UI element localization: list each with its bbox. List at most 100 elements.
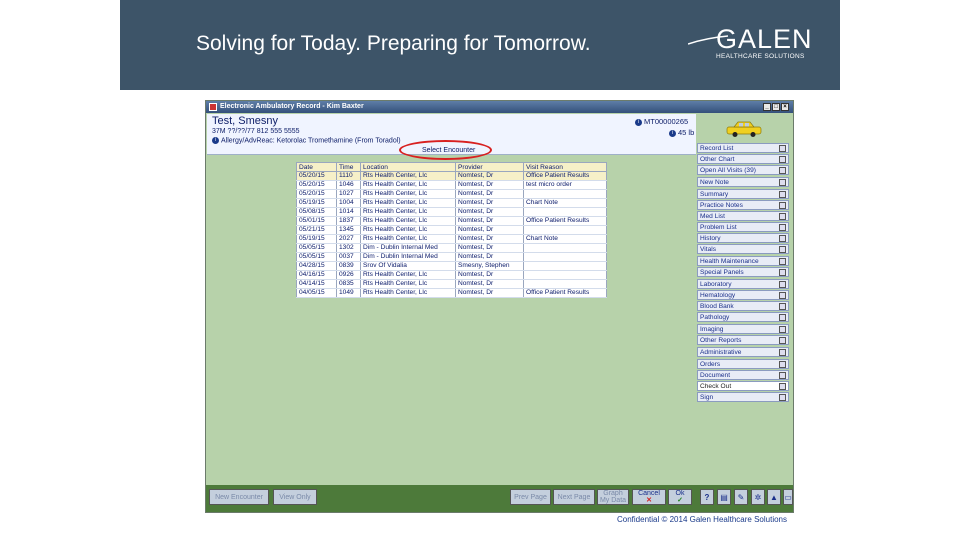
- cell-time: 1345: [336, 225, 361, 235]
- sidebar-item-other-reports[interactable]: Other Reports: [697, 335, 789, 345]
- sidebar-item-sign[interactable]: Sign: [697, 392, 789, 402]
- cell-date: 05/20/15: [296, 180, 337, 190]
- new-encounter-button[interactable]: New Encounter: [209, 489, 269, 505]
- sidebar-item-icon: [779, 337, 786, 344]
- sidebar-item-label: Administrative: [700, 349, 742, 356]
- sidebar-item-icon: [779, 213, 786, 220]
- close-button[interactable]: ×: [781, 103, 789, 111]
- cell-provider: Nomtest, Dr: [455, 225, 524, 235]
- sidebar-item-practice-notes[interactable]: Practice Notes: [697, 200, 789, 210]
- lock-icon[interactable]: ▲: [767, 489, 781, 505]
- minimize-button[interactable]: _: [763, 103, 771, 111]
- gear-icon[interactable]: ✲: [751, 489, 765, 505]
- sidebar-item-imaging[interactable]: Imaging: [697, 324, 789, 334]
- sidebar-item-check-out[interactable]: Check Out: [697, 381, 789, 391]
- col-header-time[interactable]: Time: [336, 162, 361, 172]
- table-row[interactable]: 05/01/15 1837 Rts Health Center, Llc Nomtes…: [296, 216, 607, 226]
- table-header-row: Date Time Location Provider Visit Reason: [296, 162, 607, 172]
- sidebar-item-vitals[interactable]: Vitals: [697, 244, 789, 254]
- sidebar-item-problem-list[interactable]: Problem List: [697, 222, 789, 232]
- cell-provider: Nomtest, Dr: [455, 234, 524, 244]
- sidebar-item-icon: [779, 303, 786, 310]
- sidebar-item-pathology[interactable]: Pathology: [697, 312, 789, 322]
- sidebar-item-orders[interactable]: Orders: [697, 359, 789, 369]
- cell-visit-reason: [523, 243, 607, 253]
- table-row[interactable]: 05/05/15 0037 Dim - Dublin Internal Med Nom…: [296, 252, 607, 262]
- sidebar-item-health-maintenance[interactable]: Health Maintenance: [697, 256, 789, 266]
- graph-button[interactable]: Graph My Data: [597, 489, 629, 505]
- sidebar-item-record-list[interactable]: Record List: [697, 143, 789, 153]
- sidebar-item-label: Pathology: [700, 314, 730, 321]
- col-header-provider[interactable]: Provider: [455, 162, 524, 172]
- patient-allergy: i Allergy/AdvReac: Ketorolac Tromethamine…: [212, 137, 401, 144]
- table-row[interactable]: 04/14/15 0835 Rts Health Center, Llc Nomtes…: [296, 279, 607, 289]
- cell-location: Rts Health Center, Llc: [360, 279, 456, 289]
- maximize-button[interactable]: □: [772, 103, 780, 111]
- ok-button[interactable]: Ok ✓: [668, 489, 692, 505]
- cell-visit-reason: Office Patient Results: [523, 171, 607, 181]
- sidebar-group: Summary Practice Notes Med List Problem Lis…: [697, 189, 791, 254]
- sidebar-item-label: Check Out: [700, 383, 732, 390]
- sidebar-item-other-chart[interactable]: Other Chart: [697, 154, 789, 164]
- cell-visit-reason: Office Patient Results: [523, 216, 607, 226]
- table-row[interactable]: 05/20/15 1027 Rts Health Center, Llc Nomtes…: [296, 189, 607, 199]
- help-button[interactable]: ?: [700, 489, 714, 505]
- col-header-location[interactable]: Location: [360, 162, 456, 172]
- notes-icon[interactable]: ▤: [717, 489, 731, 505]
- bottom-toolbar: New Encounter View Only Prev Page Next P…: [206, 485, 793, 512]
- prev-page-button[interactable]: Prev Page: [510, 489, 551, 505]
- cell-location: Dim - Dublin Internal Med: [360, 243, 456, 253]
- view-only-button[interactable]: View Only: [273, 489, 317, 505]
- table-row[interactable]: 04/16/15 0926 Rts Health Center, Llc Nomtes…: [296, 270, 607, 280]
- sidebar-item-label: History: [700, 235, 721, 242]
- sidebar-item-hematology[interactable]: Hematology: [697, 290, 789, 300]
- cell-location: Rts Health Center, Llc: [360, 180, 456, 190]
- sidebar-item-label: Special Panels: [700, 269, 744, 276]
- sidebar-item-label: Orders: [700, 361, 721, 368]
- patient-mrn: i MT00000265: [635, 117, 688, 126]
- sidebar-item-label: Vitals: [700, 246, 717, 253]
- table-row[interactable]: 05/21/15 1345 Rts Health Center, Llc Nomtes…: [296, 225, 607, 235]
- cell-visit-reason: Office Patient Results: [523, 288, 607, 298]
- sidebar-item-label: Summary: [700, 191, 729, 198]
- sidebar-item-administrative[interactable]: Administrative: [697, 347, 789, 357]
- col-header-visit-reason[interactable]: Visit Reason: [523, 162, 607, 172]
- sidebar-item-new-note[interactable]: New Note: [697, 177, 789, 187]
- table-row[interactable]: 05/20/15 1046 Rts Health Center, Llc Nomtes…: [296, 180, 607, 190]
- sidebar-item-icon: [779, 167, 786, 174]
- sidebar-item-label: Practice Notes: [700, 202, 743, 209]
- sidebar-item-med-list[interactable]: Med List: [697, 211, 789, 221]
- sidebar-item-label: Laboratory: [700, 281, 732, 288]
- sidebar-group: Orders Document Check Out Sign: [697, 359, 791, 402]
- col-header-date[interactable]: Date: [296, 162, 337, 172]
- table-row[interactable]: 05/08/15 1014 Rts Health Center, Llc Nomtes…: [296, 207, 607, 217]
- cell-date: 05/05/15: [296, 252, 337, 262]
- sidebar-item-open-all-visits-39[interactable]: Open All Visits (39): [697, 165, 789, 175]
- sidebar-item-blood-bank[interactable]: Blood Bank: [697, 301, 789, 311]
- cell-provider: Nomtest, Dr: [455, 216, 524, 226]
- cell-time: 2027: [336, 234, 361, 244]
- sidebar-item-history[interactable]: History: [697, 233, 789, 243]
- table-row[interactable]: 05/05/15 1302 Dim - Dublin Internal Med Nom…: [296, 243, 607, 253]
- cancel-button[interactable]: Cancel ✕: [632, 489, 666, 505]
- table-row[interactable]: 04/05/15 1049 Rts Health Center, Llc Nomtes…: [296, 288, 607, 298]
- slide-footer: Confidential © 2014 Galen Healthcare Sol…: [617, 515, 787, 524]
- sidebar-item-special-panels[interactable]: Special Panels: [697, 267, 789, 277]
- tasks-icon[interactable]: ✎: [734, 489, 748, 505]
- sidebar-item-summary[interactable]: Summary: [697, 189, 789, 199]
- sidebar-item-laboratory[interactable]: Laboratory: [697, 279, 789, 289]
- cell-provider: Smesny, Stephen: [455, 261, 524, 271]
- sidebar-item-label: Document: [700, 372, 731, 379]
- cell-location: Rts Health Center, Llc: [360, 207, 456, 217]
- table-row[interactable]: 04/28/15 0839 Srov Of Vidalia Smesny, Steph…: [296, 261, 607, 271]
- sidebar-item-icon: [779, 383, 786, 390]
- window-titlebar: Electronic Ambulatory Record - Kim Baxte…: [206, 101, 793, 113]
- next-page-button[interactable]: Next Page: [553, 489, 595, 505]
- table-row[interactable]: 05/19/15 2027 Rts Health Center, Llc Nomtes…: [296, 234, 607, 244]
- table-row[interactable]: 05/19/15 1004 Rts Health Center, Llc Nomtes…: [296, 198, 607, 208]
- ok-check-icon: ✓: [677, 497, 683, 504]
- sidebar-item-document[interactable]: Document: [697, 370, 789, 380]
- print-icon[interactable]: ▭: [783, 489, 793, 505]
- table-row[interactable]: 05/20/15 1110 Rts Health Center, Llc Nomtes…: [296, 171, 607, 181]
- cell-location: Rts Health Center, Llc: [360, 288, 456, 298]
